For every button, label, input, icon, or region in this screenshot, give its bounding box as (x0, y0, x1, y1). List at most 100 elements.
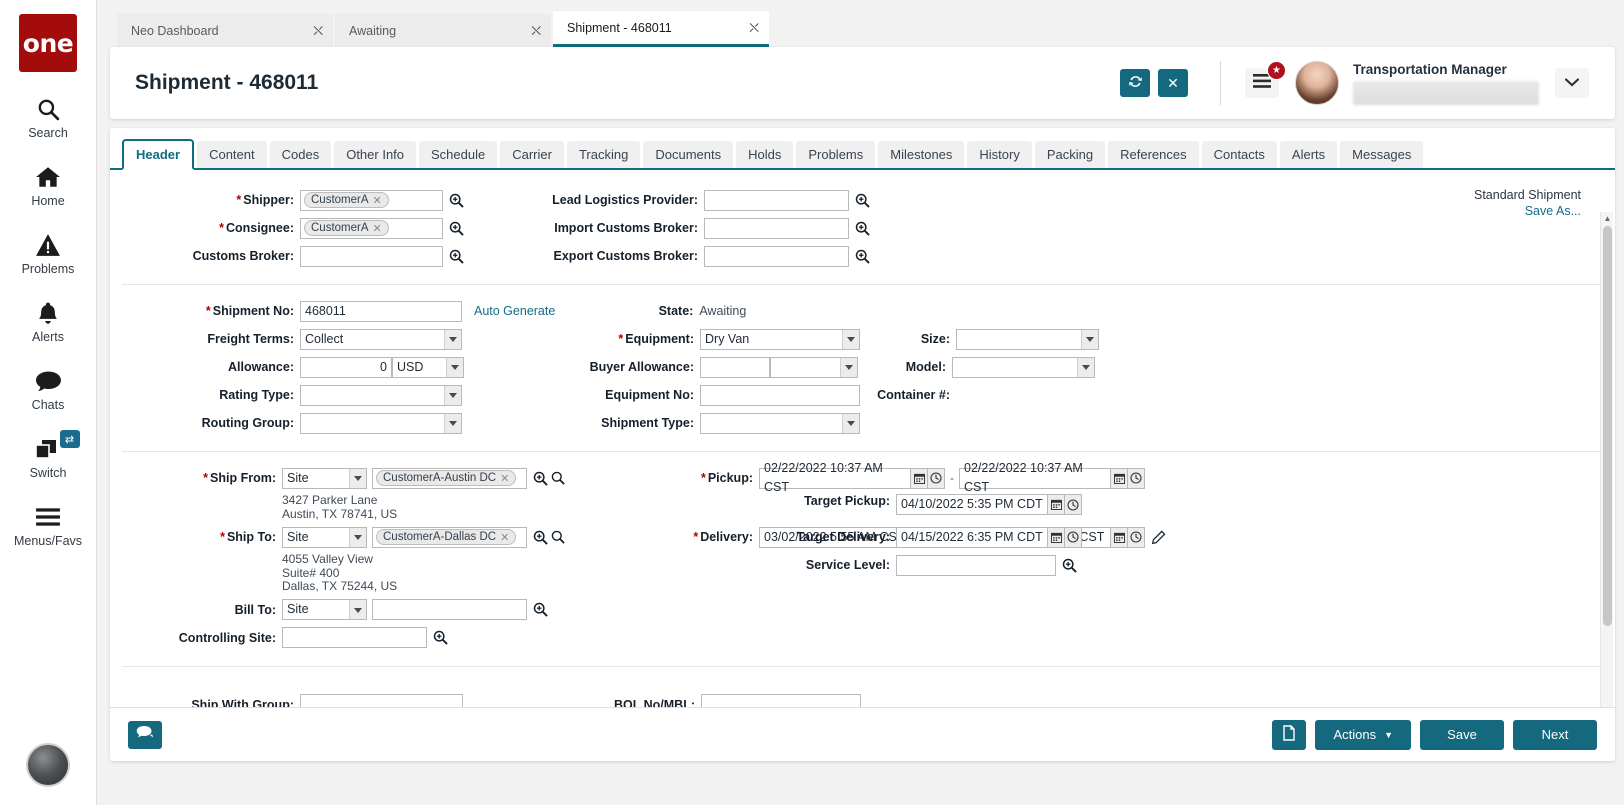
ship-from-chip[interactable]: CustomerA-Austin DC✕ (376, 470, 516, 486)
import-broker-input[interactable] (704, 218, 849, 239)
clock-icon[interactable] (1128, 527, 1145, 548)
consignee-search-icon[interactable] (449, 221, 464, 236)
avatar[interactable] (26, 743, 70, 787)
shipment-no-input[interactable]: 468011 (300, 301, 462, 322)
tab-codes[interactable]: Codes (270, 141, 332, 168)
controlling-site-search-icon[interactable] (433, 630, 448, 645)
clock-icon[interactable] (928, 468, 945, 489)
shipper-search-icon[interactable] (449, 193, 464, 208)
ship-to-chip[interactable]: CustomerA-Dallas DC✕ (376, 529, 516, 545)
controlling-site-input[interactable] (282, 627, 427, 648)
next-button[interactable]: Next (1513, 720, 1597, 750)
export-broker-search-icon[interactable] (855, 249, 870, 264)
browser-tab-shipment-468011[interactable]: Shipment - 468011 ⛌ (553, 11, 769, 47)
favorites-menu-button[interactable]: ★ (1245, 68, 1279, 98)
ship-from-type-select[interactable]: Site (282, 468, 367, 489)
calendar-icon[interactable] (1048, 494, 1065, 515)
bill-to-search-icon[interactable] (533, 602, 548, 617)
close-icon[interactable]: ⛌ (531, 24, 541, 37)
copy-button[interactable] (1272, 720, 1306, 750)
tab-packing[interactable]: Packing (1035, 141, 1105, 168)
consignee-input[interactable]: CustomerA✕ (300, 218, 443, 239)
close-button[interactable]: ✕ (1158, 69, 1188, 97)
user-avatar[interactable] (1295, 61, 1339, 105)
import-broker-search-icon[interactable] (855, 221, 870, 236)
ship-to-lookup-icon[interactable] (551, 530, 565, 544)
calendar-icon[interactable] (911, 468, 928, 489)
auto-generate-link[interactable]: Auto Generate (474, 304, 555, 318)
scroll-up-arrow[interactable]: ▲ (1601, 212, 1614, 225)
calendar-icon[interactable] (1111, 527, 1128, 548)
ship-from-lookup-icon[interactable] (551, 471, 565, 485)
tab-problems[interactable]: Problems (796, 141, 875, 168)
comments-button[interactable] (128, 721, 162, 749)
allowance-currency-select[interactable]: USD (392, 357, 464, 378)
clock-icon[interactable] (1065, 494, 1082, 515)
llp-input[interactable] (704, 190, 849, 211)
sidebar-item-menus-favs[interactable]: Menus/Favs (0, 502, 97, 548)
calendar-icon[interactable] (1111, 468, 1128, 489)
tab-schedule[interactable]: Schedule (419, 141, 497, 168)
tab-holds[interactable]: Holds (736, 141, 793, 168)
save-button[interactable]: Save (1420, 720, 1504, 750)
shipper-chip[interactable]: CustomerA✕ (304, 192, 389, 208)
tab-messages[interactable]: Messages (1340, 141, 1423, 168)
buyer-allowance-currency-select[interactable] (770, 357, 858, 378)
close-icon[interactable]: ⛌ (749, 21, 759, 34)
save-as-link[interactable]: Save As... (1474, 204, 1581, 218)
ship-to-input[interactable]: CustomerA-Dallas DC✕ (372, 527, 527, 548)
clock-icon[interactable] (1065, 527, 1082, 548)
close-icon[interactable]: ⛌ (313, 24, 323, 37)
sidebar-item-search[interactable]: Search (0, 94, 97, 140)
tab-content[interactable]: Content (197, 141, 267, 168)
chip-remove-icon[interactable]: ✕ (500, 472, 509, 485)
tab-history[interactable]: History (967, 141, 1031, 168)
bill-to-input[interactable] (372, 599, 527, 620)
customs-broker-input[interactable] (300, 246, 443, 267)
tab-other-info[interactable]: Other Info (334, 141, 416, 168)
allowance-input[interactable]: 0 (300, 357, 392, 378)
calendar-icon[interactable] (1048, 527, 1065, 548)
user-menu-button[interactable] (1555, 68, 1589, 98)
customs-broker-search-icon[interactable] (449, 249, 464, 264)
sidebar-item-chats[interactable]: Chats (0, 366, 97, 412)
llp-search-icon[interactable] (855, 193, 870, 208)
chip-remove-icon[interactable]: ✕ (373, 222, 382, 235)
bill-to-type-select[interactable]: Site (282, 599, 367, 620)
tab-carrier[interactable]: Carrier (500, 141, 564, 168)
chip-remove-icon[interactable]: ✕ (500, 531, 509, 544)
ship-to-type-select[interactable]: Site (282, 527, 367, 548)
model-select[interactable] (952, 357, 1095, 378)
vertical-scrollbar[interactable]: ▲ ▼ (1600, 212, 1613, 712)
actions-button[interactable]: Actions ▼ (1315, 720, 1411, 750)
service-level-input[interactable] (896, 555, 1056, 576)
equipment-no-input[interactable] (700, 385, 860, 406)
tab-header[interactable]: Header (122, 139, 194, 170)
shipment-type-select[interactable] (700, 413, 860, 434)
rating-type-select[interactable] (300, 385, 462, 406)
consignee-chip[interactable]: CustomerA✕ (304, 220, 389, 236)
refresh-button[interactable] (1120, 69, 1150, 97)
shipper-input[interactable]: CustomerA✕ (300, 190, 443, 211)
sidebar-item-alerts[interactable]: Alerts (0, 298, 97, 344)
browser-tab-awaiting[interactable]: Awaiting ⛌ (335, 14, 551, 47)
freight-terms-select[interactable]: Collect (300, 329, 462, 350)
tab-tracking[interactable]: Tracking (567, 141, 640, 168)
edit-pencil-icon[interactable] (1151, 530, 1166, 545)
tab-documents[interactable]: Documents (643, 141, 733, 168)
size-select[interactable] (956, 329, 1099, 350)
sidebar-item-home[interactable]: Home (0, 162, 97, 208)
tab-alerts[interactable]: Alerts (1280, 141, 1337, 168)
tab-references[interactable]: References (1108, 141, 1198, 168)
target-delivery-input[interactable]: 04/15/2022 6:35 PM CDT (896, 527, 1048, 548)
routing-group-select[interactable] (300, 413, 462, 434)
tab-milestones[interactable]: Milestones (878, 141, 964, 168)
export-broker-input[interactable] (704, 246, 849, 267)
sidebar-item-problems[interactable]: Problems (0, 230, 97, 276)
pickup-to-input[interactable]: 02/22/2022 10:37 AM CST (959, 468, 1111, 489)
service-level-search-icon[interactable] (1062, 558, 1077, 573)
ship-to-search-icon[interactable] (533, 530, 548, 545)
ship-from-search-icon[interactable] (533, 471, 548, 486)
equipment-select[interactable]: Dry Van (700, 329, 860, 350)
sidebar-item-switch[interactable]: ⇄ Switch (0, 434, 97, 480)
